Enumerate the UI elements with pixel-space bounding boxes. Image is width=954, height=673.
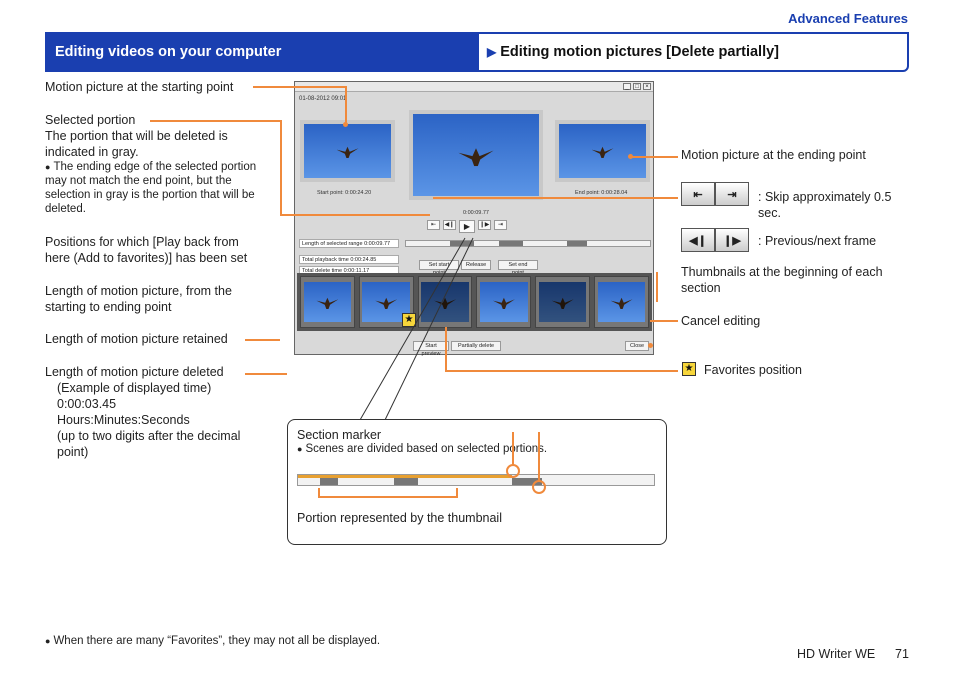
bird-image bbox=[610, 297, 633, 309]
label-favorites-positions: Positions for which [Play back from here… bbox=[45, 235, 248, 265]
field-label: Total playback time bbox=[302, 257, 349, 263]
label-length-deleted: Length of motion picture deleted (Exampl… bbox=[45, 364, 275, 460]
triangle-icon: ▶ bbox=[487, 45, 497, 59]
portion-label: Portion represented by the thumbnail bbox=[297, 511, 502, 525]
bird-image bbox=[336, 146, 359, 158]
prev-frame-icon: ◀❙ bbox=[681, 228, 715, 252]
prev-frame-button[interactable]: ◀❙ bbox=[443, 220, 456, 230]
leader-line bbox=[538, 432, 540, 481]
skip-back-icon: ⇤ bbox=[681, 182, 715, 206]
callout-pointer bbox=[359, 237, 474, 421]
deleted-segment bbox=[320, 478, 338, 485]
footer-note: When there are many “Favorites”, they ma… bbox=[45, 634, 380, 648]
bird-image bbox=[316, 297, 339, 309]
leader-line bbox=[445, 370, 678, 372]
bird-image bbox=[551, 297, 574, 309]
leader-line bbox=[512, 432, 514, 465]
leader-line bbox=[650, 320, 678, 322]
callout-timeline bbox=[297, 474, 655, 486]
label-length-start-end: Length of motion picture, from the start… bbox=[45, 284, 232, 314]
bird-image bbox=[458, 148, 494, 167]
label-cancel: Cancel editing bbox=[681, 314, 761, 328]
leader-line bbox=[280, 214, 430, 216]
leader-line bbox=[656, 272, 658, 302]
page-title: ▶ Editing motion pictures [Delete partia… bbox=[479, 34, 907, 70]
length-deleted-title: Length of motion picture deleted bbox=[45, 365, 224, 379]
close-button[interactable]: Close bbox=[625, 341, 649, 351]
thumbnail[interactable] bbox=[594, 276, 649, 328]
example-format: Hours:Minutes:Seconds bbox=[57, 413, 190, 427]
leader-line bbox=[630, 156, 678, 158]
leader-line bbox=[433, 197, 678, 199]
product-name: HD Writer WE bbox=[797, 647, 876, 661]
playback-controls: ⇤ ◀❙ ▶ ❙▶ ⇥ bbox=[427, 220, 507, 233]
skip-buttons-legend: ⇤ ⇥ bbox=[681, 182, 749, 206]
selected-portion-desc: The portion that will be deleted is indi… bbox=[45, 129, 228, 159]
bird-image bbox=[492, 297, 515, 309]
frame-buttons-legend: ◀❙ ❙▶ bbox=[681, 228, 749, 252]
label-frame: : Previous/next frame bbox=[758, 234, 877, 248]
thumbnail[interactable] bbox=[300, 276, 355, 328]
bird-image bbox=[591, 146, 614, 158]
skip-back-button[interactable]: ⇤ bbox=[427, 220, 440, 230]
label-skip: : Skip approximately 0.5 sec. bbox=[758, 190, 892, 220]
leader-line bbox=[150, 120, 280, 122]
leader-dot bbox=[343, 122, 348, 127]
current-time: 0:00:09.77 bbox=[463, 210, 489, 216]
leader-line bbox=[345, 86, 347, 124]
portion-bracket bbox=[318, 488, 458, 498]
play-button[interactable]: ▶ bbox=[459, 220, 475, 233]
section-marker-highlight bbox=[506, 464, 520, 478]
window-titlebar: _ □ × bbox=[295, 82, 653, 92]
set-end-button[interactable]: Set end point bbox=[498, 260, 538, 276]
skip-fwd-button[interactable]: ⇥ bbox=[494, 220, 507, 230]
label-thumbnails: Thumbnails at the beginning of each sect… bbox=[681, 265, 883, 295]
page-title-text: Editing motion pictures [Delete partiall… bbox=[500, 44, 779, 60]
leader-dot bbox=[648, 343, 653, 348]
thumbnail[interactable] bbox=[476, 276, 532, 328]
label-end-point: Motion picture at the ending point bbox=[681, 148, 866, 162]
section-marker-callout: Section marker Scenes are divided based … bbox=[287, 419, 667, 545]
start-point-video bbox=[300, 120, 395, 182]
leader-dot bbox=[628, 154, 633, 159]
field-label: Length of selected range bbox=[302, 241, 363, 247]
callout-note: Scenes are divided based on selected por… bbox=[297, 442, 547, 456]
page-number: 71 bbox=[895, 647, 909, 661]
label-length-retained: Length of motion picture retained bbox=[45, 332, 228, 346]
callout-title: Section marker bbox=[297, 428, 382, 442]
maximize-icon[interactable]: □ bbox=[633, 83, 641, 90]
label-selected-portion: Selected portion The portion that will b… bbox=[45, 112, 275, 216]
end-point-label: End point: 0:00:28.04 bbox=[575, 190, 628, 196]
start-point-label: Start point: 0:00:24.20 bbox=[317, 190, 372, 196]
minimize-icon[interactable]: _ bbox=[623, 83, 631, 90]
favorites-legend-icon: ★ bbox=[682, 362, 696, 376]
section-marker-highlight bbox=[532, 480, 546, 494]
main-preview bbox=[409, 110, 543, 200]
chapter-title: Editing videos on your computer bbox=[47, 34, 479, 70]
example-title: (Example of displayed time) bbox=[57, 381, 212, 395]
deleted-segment bbox=[498, 241, 524, 246]
example-value: 0:00:03.45 bbox=[57, 397, 117, 411]
leader-line bbox=[245, 373, 287, 375]
next-frame-icon: ❙▶ bbox=[715, 228, 749, 252]
leader-line bbox=[253, 86, 345, 88]
leader-line bbox=[245, 339, 280, 341]
deleted-segment bbox=[567, 241, 587, 246]
close-icon[interactable]: × bbox=[643, 83, 651, 90]
deleted-segment bbox=[394, 478, 418, 485]
label-start-point: Motion picture at the starting point bbox=[45, 80, 234, 94]
recording-date: 01-08-2012 09:01 bbox=[299, 96, 347, 102]
skip-fwd-icon: ⇥ bbox=[715, 182, 749, 206]
next-frame-button[interactable]: ❙▶ bbox=[478, 220, 491, 230]
thumbnail[interactable] bbox=[535, 276, 591, 328]
page-header: Editing videos on your computer ▶ Editin… bbox=[45, 32, 909, 72]
example-note: (up to two digits after the decimal poin… bbox=[57, 429, 241, 459]
leader-line bbox=[280, 120, 282, 215]
section-label: Advanced Features bbox=[788, 11, 908, 26]
label-favorites-position: Favorites position bbox=[704, 363, 802, 377]
end-point-video bbox=[555, 120, 650, 182]
selected-portion-note: The ending edge of the selected portion … bbox=[45, 160, 275, 216]
